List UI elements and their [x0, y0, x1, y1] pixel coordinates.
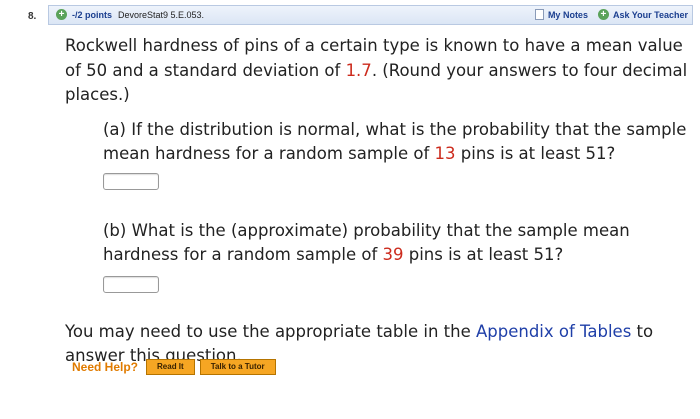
ask-teacher-plus-icon[interactable]: + — [597, 9, 609, 20]
need-help-label: Need Help? — [72, 360, 139, 374]
question-body: Rockwell hardness of pins of a certain t… — [65, 34, 690, 369]
expand-plus-icon[interactable]: + — [56, 9, 67, 20]
question-header: + -/2 points DevoreStat9 5.E.053. My Not… — [48, 5, 693, 25]
appendix-tables-link[interactable]: Appendix of Tables — [476, 322, 631, 341]
my-notes-link[interactable]: My Notes — [548, 10, 588, 20]
part-a-sample-size: 13 — [434, 144, 456, 163]
question-id: DevoreStat9 5.E.053. — [118, 9, 205, 20]
question-number: 8. — [28, 11, 37, 22]
part-a-text-2: pins is at least 51? — [455, 144, 616, 163]
part-b-answer-input[interactable] — [103, 275, 159, 293]
header-left: + -/2 points DevoreStat9 5.E.053. — [56, 9, 204, 20]
part-a-text: (a) If the distribution is normal, what … — [103, 118, 690, 167]
ask-teacher-link[interactable]: Ask Your Teacher — [613, 10, 688, 20]
part-b-sample-size: 39 — [382, 245, 404, 264]
points-label: -/2 points — [72, 9, 112, 20]
read-it-button[interactable]: Read It — [146, 359, 195, 375]
part-a-answer-input[interactable] — [103, 172, 159, 190]
sd-value: 1.7 — [345, 60, 372, 80]
talk-to-tutor-button[interactable]: Talk to a Tutor — [199, 359, 276, 375]
problem-statement: Rockwell hardness of pins of a certain t… — [65, 34, 690, 108]
header-right: My Notes + Ask Your Teacher — [534, 9, 688, 20]
footer-text-1: You may need to use the appropriate tabl… — [65, 321, 476, 341]
part-b-text: (b) What is the (approximate) probabilit… — [103, 219, 690, 268]
need-help-row: Need Help? Read It Talk to a Tutor — [72, 359, 281, 375]
notes-icon[interactable] — [534, 9, 544, 20]
part-b-text-2: pins is at least 51? — [403, 245, 564, 264]
